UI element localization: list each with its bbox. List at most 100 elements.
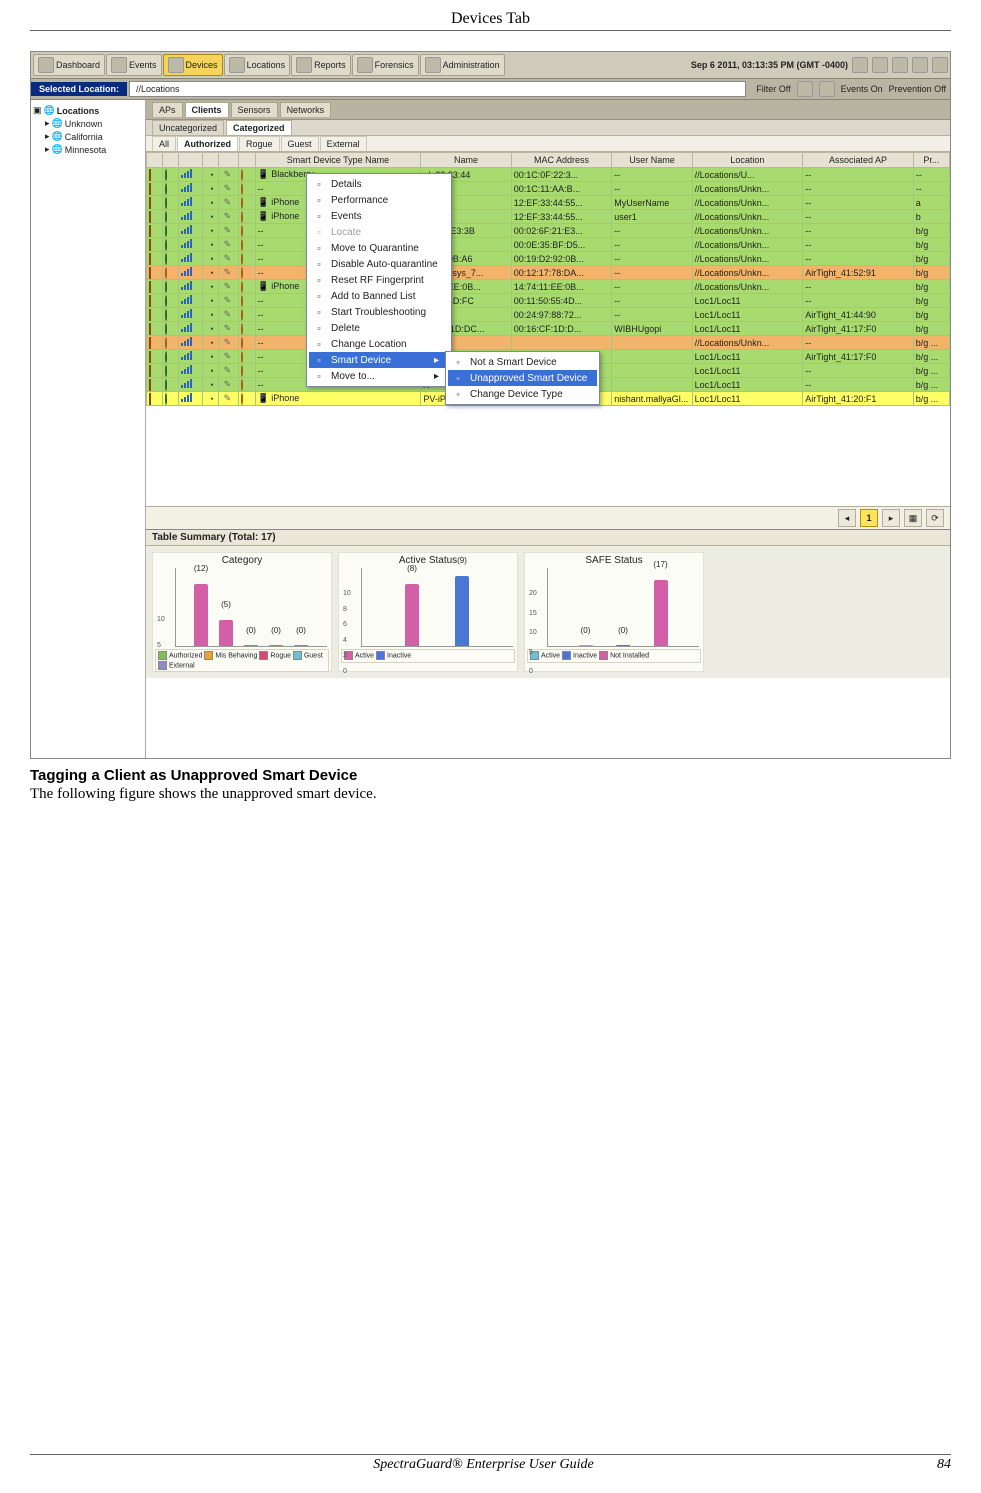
menu-disable-auto-quarantine[interactable]: ▫Disable Auto-quarantine [309,256,449,272]
top-tab-reports[interactable]: Reports [291,54,351,76]
top-tab-devices[interactable]: Devices [163,54,223,76]
table-row[interactable]: ◔✎--P00:24:97:88:72...--Loc1/Loc11AirTig… [147,308,950,322]
events-status[interactable]: Events On [841,84,883,94]
table-row[interactable]: ◔✎📱 iPhonene12:EF:33:44:55...user1//Loca… [147,210,950,224]
logout-icon[interactable] [912,57,928,73]
authtab-all[interactable]: All [152,136,176,151]
col-7[interactable]: Name [421,153,511,168]
locate-icon[interactable]: ◔ [205,324,217,334]
config-icon[interactable]: ✎ [221,393,233,404]
menu-change-location[interactable]: ▫Change Location [309,336,449,352]
table-row[interactable]: ◔✎--SH00:0E:35:BF:D5...--//Locations/Unk… [147,238,950,252]
locate-icon[interactable]: ◔ [205,296,217,306]
menu-change-device-type[interactable]: ▫Change Device Type [448,386,597,402]
smart-device-submenu[interactable]: ▫Not a Smart Device▫Unapproved Smart Dev… [445,351,600,405]
pager-refresh[interactable]: ⟳ [926,509,944,527]
locate-icon[interactable]: ◔ [205,366,217,376]
locate-icon[interactable]: ◔ [205,170,217,180]
menu-reset-rf-fingerprint[interactable]: ▫Reset RF Fingerprint [309,272,449,288]
col-8[interactable]: MAC Address [511,153,612,168]
config-icon[interactable]: ✎ [221,379,233,390]
table-row[interactable]: ◔✎📱 iPhone74:11:EE:0B...14:74:11:EE:0B..… [147,280,950,294]
location-tree[interactable]: ▣🌐Locations ▸🌐Unknown▸🌐California▸🌐Minne… [31,100,146,758]
tree-root[interactable]: ▣🌐Locations [33,104,143,117]
menu-delete[interactable]: ▫Delete [309,320,449,336]
table-row[interactable]: ◔✎--in_55:4D:FC00:11:50:55:4D...--Loc1/L… [147,294,950,308]
cattab-categorized[interactable]: Categorized [226,120,292,135]
config-icon[interactable]: ✎ [221,211,233,222]
menu-start-troubleshooting[interactable]: ▫Start Troubleshooting [309,304,449,320]
fullscreen-icon[interactable] [932,57,948,73]
locate-icon[interactable]: ◔ [205,212,217,222]
table-row[interactable]: ◔✎📱 iPhoneName12:EF:33:44:55...MyUserNam… [147,196,950,210]
config-icon[interactable]: ✎ [221,295,233,306]
menu-add-to-banned-list[interactable]: ▫Add to Banned List [309,288,449,304]
authtab-guest[interactable]: Guest [281,136,319,151]
tree-node-california[interactable]: ▸🌐California [45,130,143,143]
cattab-uncategorized[interactable]: Uncategorized [152,120,224,135]
filter-status[interactable]: Filter Off [756,84,790,94]
events-icon[interactable] [819,81,835,97]
col-1[interactable] [163,153,179,168]
config-icon[interactable]: ✎ [221,323,233,334]
config-icon[interactable]: ✎ [221,281,233,292]
pager-next[interactable]: ▸ [882,509,900,527]
table-row[interactable]: ◔✎--//Locations/Unkn...--b/g ... [147,336,950,350]
menu-smart-device[interactable]: ▫Smart Device▸ [309,352,449,368]
config-icon[interactable]: ✎ [221,225,233,236]
top-tab-events[interactable]: Events [106,54,162,76]
menu-move-to-[interactable]: ▫Move to...▸ [309,368,449,384]
table-row[interactable]: ◔✎--os_21:E3:3B00:02:6F:21:E3...--//Loca… [147,224,950,238]
authtab-authorized[interactable]: Authorized [177,136,238,151]
config-icon[interactable]: ✎ [221,197,233,208]
config-icon[interactable]: ✎ [221,365,233,376]
locate-icon[interactable]: ◔ [205,380,217,390]
col-3[interactable] [203,153,219,168]
tree-node-minnesota[interactable]: ▸🌐Minnesota [45,143,143,156]
col-6[interactable]: Smart Device Type Name [255,153,421,168]
config-icon[interactable]: ✎ [221,337,233,348]
menu-not-a-smart-device[interactable]: ▫Not a Smart Device [448,354,597,370]
refresh-icon[interactable] [852,57,868,73]
top-tab-locations[interactable]: Locations [224,54,291,76]
menu-move-to-quarantine[interactable]: ▫Move to Quarantine [309,240,449,256]
config-icon[interactable]: ✎ [221,351,233,362]
menu-details[interactable]: ▫Details [309,176,449,192]
top-tab-administration[interactable]: Administration [420,54,505,76]
col-12[interactable]: Pr... [913,153,949,168]
pager-prev[interactable]: ◂ [838,509,856,527]
col-10[interactable]: Location [692,153,803,168]
pager-page[interactable]: 1 [860,509,878,527]
locate-icon[interactable]: ◔ [205,198,217,208]
subtab-aps[interactable]: APs [152,102,183,117]
col-4[interactable] [219,153,239,168]
location-path[interactable]: //Locations [129,81,746,97]
config-icon[interactable]: ✎ [221,169,233,180]
authtab-rogue[interactable]: Rogue [239,136,280,151]
col-2[interactable] [179,153,203,168]
locate-icon[interactable]: ◔ [205,310,217,320]
locate-icon[interactable]: ◔ [205,352,217,362]
prevention-status[interactable]: Prevention Off [889,84,946,94]
subtab-sensors[interactable]: Sensors [231,102,278,117]
col-11[interactable]: Associated AP [803,153,914,168]
settings-icon[interactable] [892,57,908,73]
filter-icon[interactable] [797,81,813,97]
help-icon[interactable] [872,57,888,73]
config-icon[interactable]: ✎ [221,309,233,320]
locate-icon[interactable]: ◔ [205,338,217,348]
table-row[interactable]: ◔✎--n-Hai_1D:DC...00:16:CF:1D:D...WIBHUg… [147,322,950,336]
locate-icon[interactable]: ◔ [205,240,217,250]
config-icon[interactable]: ✎ [221,253,233,264]
menu-performance[interactable]: ▫Performance [309,192,449,208]
subtab-networks[interactable]: Networks [280,102,332,117]
table-row[interactable]: ◔✎--co-Linksys_7...00:12:17:78:DA...--//… [147,266,950,280]
context-menu[interactable]: ▫Details▫Performance▫Events▫Locate▫Move … [306,173,452,387]
config-icon[interactable]: ✎ [221,183,233,194]
locate-icon[interactable]: ◔ [205,268,217,278]
locate-icon[interactable]: ◔ [205,282,217,292]
tree-node-unknown[interactable]: ▸🌐Unknown [45,117,143,130]
subtab-clients[interactable]: Clients [185,102,229,117]
col-5[interactable] [239,153,255,168]
locate-icon[interactable]: ◔ [205,226,217,236]
